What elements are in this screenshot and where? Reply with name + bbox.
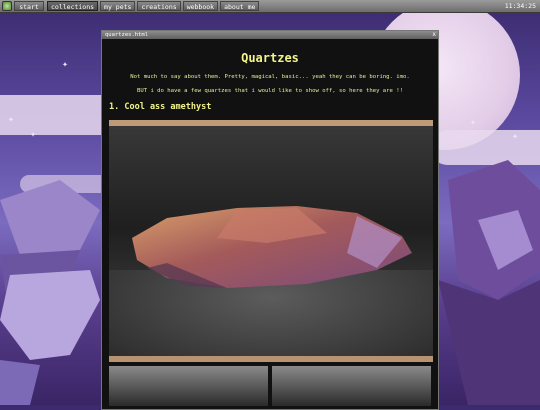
floating-rock-right bbox=[438, 160, 540, 405]
page-title: Quartzes bbox=[241, 51, 299, 65]
amethyst-crystal bbox=[132, 206, 412, 288]
intro-paragraph-2: BUT i do have a few quartzes that i woul… bbox=[136, 88, 404, 94]
photo-thumbnails bbox=[109, 366, 431, 406]
photo-border bbox=[109, 356, 433, 362]
floating-rock-left bbox=[0, 180, 100, 405]
taskbar-item-creations[interactable]: creations bbox=[137, 1, 181, 11]
home-icon[interactable] bbox=[2, 1, 12, 11]
thumbnail-photo[interactable] bbox=[272, 366, 431, 406]
start-button[interactable]: start bbox=[14, 1, 44, 11]
star-icon: ✦ bbox=[30, 129, 37, 140]
thumbnail-photo[interactable] bbox=[109, 366, 268, 406]
star-icon: ✦ bbox=[8, 114, 15, 125]
intro-paragraph: Not much to say about them. Pretty, magi… bbox=[130, 74, 410, 80]
taskbar-item-webbook[interactable]: webbook bbox=[182, 1, 219, 11]
section-title: 1. Cool ass amethyst bbox=[109, 102, 212, 112]
taskbar: start collections my pets creations webb… bbox=[0, 0, 540, 13]
window-title: quartzes.html bbox=[105, 32, 149, 38]
window-titlebar[interactable]: quartzes.html x bbox=[102, 31, 438, 39]
star-icon: ✦ bbox=[470, 117, 477, 128]
star-icon: ✦ bbox=[62, 59, 69, 70]
close-button[interactable]: x bbox=[432, 31, 436, 39]
quartzes-window: quartzes.html x Quartzes Not much to say… bbox=[101, 30, 439, 410]
star-icon: ✦ bbox=[512, 131, 519, 142]
amethyst-photo bbox=[109, 120, 433, 362]
clock: 11:34:25 bbox=[504, 2, 536, 10]
taskbar-item-my-pets[interactable]: my pets bbox=[100, 1, 136, 11]
taskbar-item-collections[interactable]: collections bbox=[47, 1, 99, 11]
window-content: Quartzes Not much to say about them. Pre… bbox=[102, 39, 438, 406]
taskbar-item-about-me[interactable]: about me bbox=[220, 1, 260, 11]
photo-border bbox=[109, 120, 433, 126]
